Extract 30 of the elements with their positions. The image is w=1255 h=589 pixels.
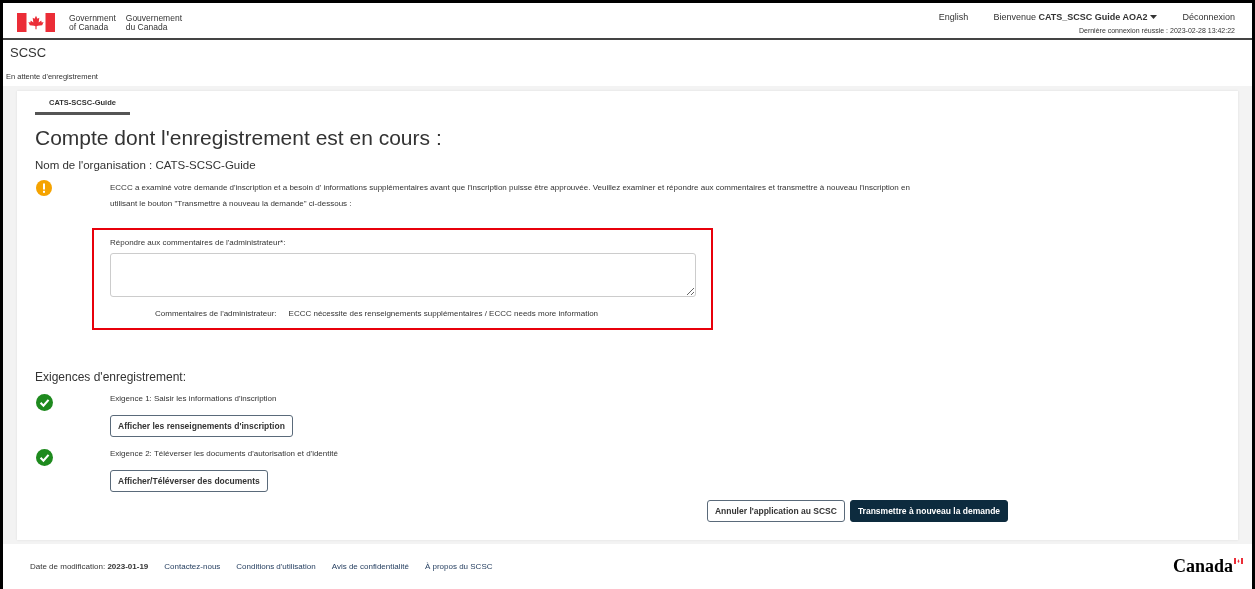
admin-comments-label: Commentaires de l'administrateur: [155, 309, 277, 318]
government-name-english: Government of Canada [69, 13, 116, 32]
canada-flag-icon [17, 13, 55, 32]
cancel-button[interactable]: Annuler l'application au SCSC [706, 500, 845, 522]
caret-icon[interactable] [1150, 15, 1158, 19]
page-title: Compte dont l'enregistrement est en cours : [35, 126, 443, 150]
government-name-french: Gouvernement du Canada [125, 13, 182, 32]
flag-icon [1234, 558, 1243, 564]
app-title: SCSC [9, 44, 48, 60]
view-button[interactable]: Afficher/Téléverser des documents [110, 470, 268, 492]
view-button[interactable]: Afficher les renseignements d'inscription [110, 415, 293, 437]
canada-wordmark: Canada [1172, 556, 1233, 577]
field-label: Répondre aux commentaires de l'administrateur*: [110, 238, 287, 247]
modified-date: Date de modification: 2023-01-19 [30, 562, 149, 571]
admin-comments-text: ECCC nécessite des renseignements supplémentaires / ECCC needs more information [288, 309, 599, 318]
resubmit-button[interactable]: Transmettre à nouveau la demande [849, 500, 1009, 522]
footer-link[interactable]: Conditions d'utilisation [236, 562, 316, 571]
response-field[interactable] [110, 253, 696, 297]
warning-message: ECCC a examiné votre demande d'inscription et a besoin d' informations supplémentaires avant que l'inscription puisse être approuvée. Veuillez examiner et répondre aux commentaires et transmettre à nouveau l'inscription en utilisant le bouton "Transmettre à nouveau la demande" ci-dessous : [110, 182, 911, 210]
requirement-text: Exigence 2: Téléverser les documents d'autorisation et d'identité [110, 449, 338, 458]
organization-name: Nom de l'organisation : CATS-SCSC-Guide [35, 159, 257, 171]
welcome-menu[interactable]: Bienvenue CATS_SCSC Guide AOA2 [993, 12, 1148, 22]
requirements-heading: Exigences d'enregistrement: [35, 370, 188, 384]
logout-link[interactable]: Déconnexion [1182, 12, 1235, 22]
warning-icon [36, 180, 52, 196]
footer-link[interactable]: Avis de confidentialité [331, 562, 409, 571]
footer-link[interactable]: À propos du SCSC [424, 562, 493, 571]
footer-link[interactable]: Contactez-nous [164, 562, 221, 571]
requirement-text: Exigence 1: Saisir les informations d'inscription [110, 394, 278, 403]
language-link[interactable]: English [938, 12, 969, 22]
